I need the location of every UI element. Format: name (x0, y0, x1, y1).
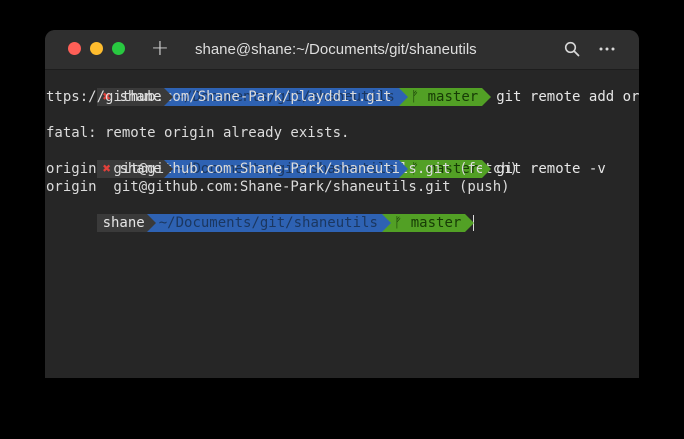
branch-icon: ᚠ (393, 215, 403, 231)
prompt-branch: master (410, 215, 462, 231)
current-prompt-line[interactable]: shane ~/Documents/git/shaneutils ᚠ master (46, 196, 639, 232)
close-button[interactable] (68, 42, 81, 55)
prompt-user-segment: shane (96, 214, 156, 232)
segment-separator (482, 88, 492, 106)
error-output-line: fatal: remote origin already exists. (46, 125, 350, 141)
segment-separator (465, 214, 475, 232)
output-line: ttps://github.com/Shane-Park/playddit.gi… (46, 89, 392, 105)
segment-separator (163, 88, 173, 106)
segment-separator (398, 88, 408, 106)
prompt-user: shane (102, 215, 145, 231)
output-line: origin git@github.com:Shane-Park/shaneut… (46, 161, 519, 177)
prompt-git-segment: ᚠ master (381, 214, 475, 232)
segment-separator (163, 160, 173, 178)
zoom-button[interactable] (112, 42, 125, 55)
prompt-line: ✖ shane ~/Documents/git/shaneutils ᚠ maste… (46, 70, 639, 106)
segment-separator (381, 214, 391, 232)
plus-icon[interactable]: + (150, 38, 170, 60)
output-line: origin git@github.com:Shane-Park/shaneut… (46, 179, 510, 195)
segment-separator (482, 160, 492, 178)
more-icon[interactable] (598, 41, 616, 57)
search-icon[interactable] (564, 41, 580, 57)
terminal-window: + shane@shane:~/Documents/git/shaneutils… (45, 30, 639, 378)
prompt-path-segment: ~/Documents/git/shaneutils (146, 214, 391, 232)
segment-separator (398, 160, 408, 178)
title-bar: + shane@shane:~/Documents/git/shaneutils (45, 30, 639, 70)
minimize-button[interactable] (90, 42, 103, 55)
terminal-content[interactable]: ✖ shane ~/Documents/git/shaneutils ᚠ maste… (45, 70, 639, 378)
prompt-line: ✖ shane ~/Documents/git/shaneutils ᚠ maste… (46, 142, 639, 178)
window-title: shane@shane:~/Documents/git/shaneutils (195, 41, 477, 58)
prompt-path: ~/Documents/git/shaneutils (158, 215, 378, 231)
segment-separator (146, 214, 156, 232)
